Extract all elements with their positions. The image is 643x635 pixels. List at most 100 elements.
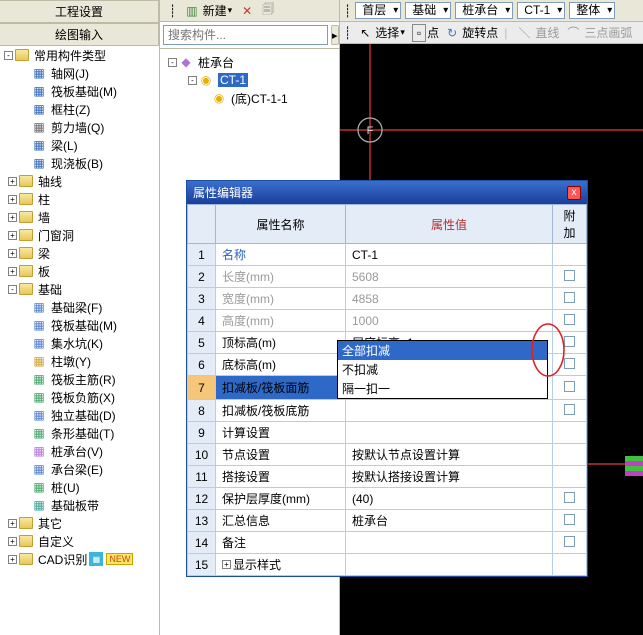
property-value[interactable]: 5608 xyxy=(352,270,379,284)
mid-tree-ct1[interactable]: - ◉ CT-1 xyxy=(160,71,339,89)
plus-icon[interactable]: + xyxy=(8,195,17,204)
mid-tree-root[interactable]: - ◆ 桩承台 xyxy=(160,53,339,71)
tree-item[interactable]: ▦独立基础(D) xyxy=(0,406,159,424)
new-button-label[interactable]: 新建 xyxy=(203,2,227,19)
minus-icon[interactable]: - xyxy=(8,285,17,294)
dropdown-option[interactable]: 不扣减 xyxy=(338,360,547,379)
tree-item[interactable]: ▦集水坑(K) xyxy=(0,334,159,352)
tree-group[interactable]: +板 xyxy=(0,262,159,280)
tree-group[interactable]: +门窗洞 xyxy=(0,226,159,244)
new-component-icon[interactable]: ▥ xyxy=(182,2,201,20)
property-row[interactable]: 4高度(mm)1000 xyxy=(188,310,587,332)
floor-combo[interactable]: 首层 xyxy=(355,2,401,19)
tree-cad[interactable]: + CAD识别 ▦ NEW xyxy=(0,550,159,568)
property-value[interactable]: 按默认搭接设置计算 xyxy=(352,470,460,484)
close-icon[interactable]: x xyxy=(567,186,581,200)
checkbox[interactable] xyxy=(564,404,575,415)
panel-title-project[interactable]: 工程设置 xyxy=(0,0,159,23)
tree-group-base[interactable]: - 基础 xyxy=(0,280,159,298)
dropdown-option[interactable]: 全部扣减 xyxy=(338,341,547,360)
tree-item[interactable]: ▦轴网(J) xyxy=(0,64,159,82)
checkbox[interactable] xyxy=(564,270,575,281)
chevron-down-icon[interactable]: ▾ xyxy=(228,5,233,16)
rotate-icon[interactable]: ↻ xyxy=(443,24,461,42)
plus-icon[interactable]: + xyxy=(8,519,17,528)
plus-icon[interactable]: + xyxy=(8,267,17,276)
cursor-icon[interactable]: ↖ xyxy=(356,24,374,42)
property-value[interactable]: 按默认节点设置计算 xyxy=(352,448,460,462)
tree-group[interactable]: +轴线 xyxy=(0,172,159,190)
plus-icon[interactable]: + xyxy=(8,555,17,564)
tree-item[interactable]: ▦筏板基础(M) xyxy=(0,82,159,100)
mode-combo[interactable]: 整体 xyxy=(569,2,615,19)
plus-icon[interactable]: + xyxy=(8,231,17,240)
property-value[interactable]: 桩承台 xyxy=(352,514,388,528)
tree-group[interactable]: +柱 xyxy=(0,190,159,208)
property-row[interactable]: 12保护层厚度(mm)(40) xyxy=(188,488,587,510)
tree-item[interactable]: ▦承台梁(E) xyxy=(0,460,159,478)
tree-item[interactable]: ▦基础板带 xyxy=(0,496,159,514)
search-input[interactable] xyxy=(163,25,328,45)
tree-item[interactable]: ▦基础梁(F) xyxy=(0,298,159,316)
element-combo[interactable]: CT-1 xyxy=(517,2,565,19)
property-row[interactable]: 13汇总信息桩承台 xyxy=(188,510,587,532)
plus-icon[interactable]: + xyxy=(8,213,17,222)
property-row[interactable]: 1名称CT-1 xyxy=(188,244,587,266)
plus-icon[interactable]: + xyxy=(8,249,17,258)
tree-item[interactable]: ▦筏板主筋(R) xyxy=(0,370,159,388)
dialog-titlebar[interactable]: 属性编辑器 x xyxy=(187,181,587,204)
tree-item[interactable]: ▦现浇板(B) xyxy=(0,154,159,172)
tree-group[interactable]: +墙 xyxy=(0,208,159,226)
delete-icon[interactable]: ✕ xyxy=(238,2,256,20)
rotate-point-button[interactable]: 旋转点 xyxy=(462,24,498,41)
select-button[interactable]: 选择 xyxy=(375,24,399,41)
tree-group[interactable]: +梁 xyxy=(0,244,159,262)
property-row[interactable]: 15+ 显示样式 xyxy=(188,554,587,576)
tree-item[interactable]: ▦筏板负筋(X) xyxy=(0,388,159,406)
minus-icon[interactable]: - xyxy=(4,51,13,60)
property-value[interactable]: CT-1 xyxy=(352,248,378,262)
tree-item[interactable]: ▦框柱(Z) xyxy=(0,100,159,118)
category-combo[interactable]: 基础 xyxy=(405,2,451,19)
minus-icon[interactable]: - xyxy=(188,76,197,85)
property-value[interactable]: (40) xyxy=(352,492,373,506)
property-value[interactable]: 4858 xyxy=(352,292,379,306)
copy-icon[interactable]: 🗐 xyxy=(258,2,278,20)
subcategory-combo[interactable]: 桩承台 xyxy=(455,2,513,19)
tree-item[interactable]: ▦梁(L) xyxy=(0,136,159,154)
tree-item[interactable]: ▦筏板基础(M) xyxy=(0,316,159,334)
mid-tree-ct1-1[interactable]: ◉ (底)CT-1-1 xyxy=(160,89,339,107)
tree-item[interactable]: ▦桩承台(V) xyxy=(0,442,159,460)
property-row[interactable]: 10节点设置按默认节点设置计算 xyxy=(188,444,587,466)
dropdown-list[interactable]: 全部扣减不扣减隔一扣一 xyxy=(337,340,548,399)
tree-item[interactable]: ▦条形基础(T) xyxy=(0,424,159,442)
tree-item[interactable]: ▦剪力墙(Q) xyxy=(0,118,159,136)
property-row[interactable]: 8扣减板/筏板底筋 xyxy=(188,400,587,422)
property-value[interactable]: 1000 xyxy=(352,314,379,328)
chevron-down-icon[interactable]: ▾ xyxy=(400,27,405,38)
tree-group[interactable]: +自定义 xyxy=(0,532,159,550)
property-row[interactable]: 2长度(mm)5608 xyxy=(188,266,587,288)
search-go-button[interactable]: ▸ xyxy=(331,25,339,45)
property-row[interactable]: 9计算设置 xyxy=(188,422,587,444)
plus-icon[interactable]: + xyxy=(8,177,17,186)
plus-icon[interactable]: + xyxy=(8,537,17,546)
point-icon[interactable]: ▫ xyxy=(412,24,426,42)
dropdown-option[interactable]: 隔一扣一 xyxy=(338,379,547,398)
checkbox[interactable] xyxy=(564,292,575,303)
plus-icon[interactable]: + xyxy=(222,560,231,569)
property-row[interactable]: 14备注 xyxy=(188,532,587,554)
minus-icon[interactable]: - xyxy=(168,58,177,67)
tree-item[interactable]: ▦柱墩(Y) xyxy=(0,352,159,370)
tree-group[interactable]: +其它 xyxy=(0,514,159,532)
point-button[interactable]: 点 xyxy=(427,24,439,41)
checkbox[interactable] xyxy=(564,381,575,392)
tree-root[interactable]: - 常用构件类型 xyxy=(0,46,159,64)
checkbox[interactable] xyxy=(564,492,575,503)
property-row[interactable]: 11搭接设置按默认搭接设置计算 xyxy=(188,466,587,488)
checkbox[interactable] xyxy=(564,536,575,547)
panel-title-drawing[interactable]: 绘图输入 xyxy=(0,23,159,46)
property-row[interactable]: 3宽度(mm)4858 xyxy=(188,288,587,310)
checkbox[interactable] xyxy=(564,514,575,525)
tree-item[interactable]: ▦桩(U) xyxy=(0,478,159,496)
